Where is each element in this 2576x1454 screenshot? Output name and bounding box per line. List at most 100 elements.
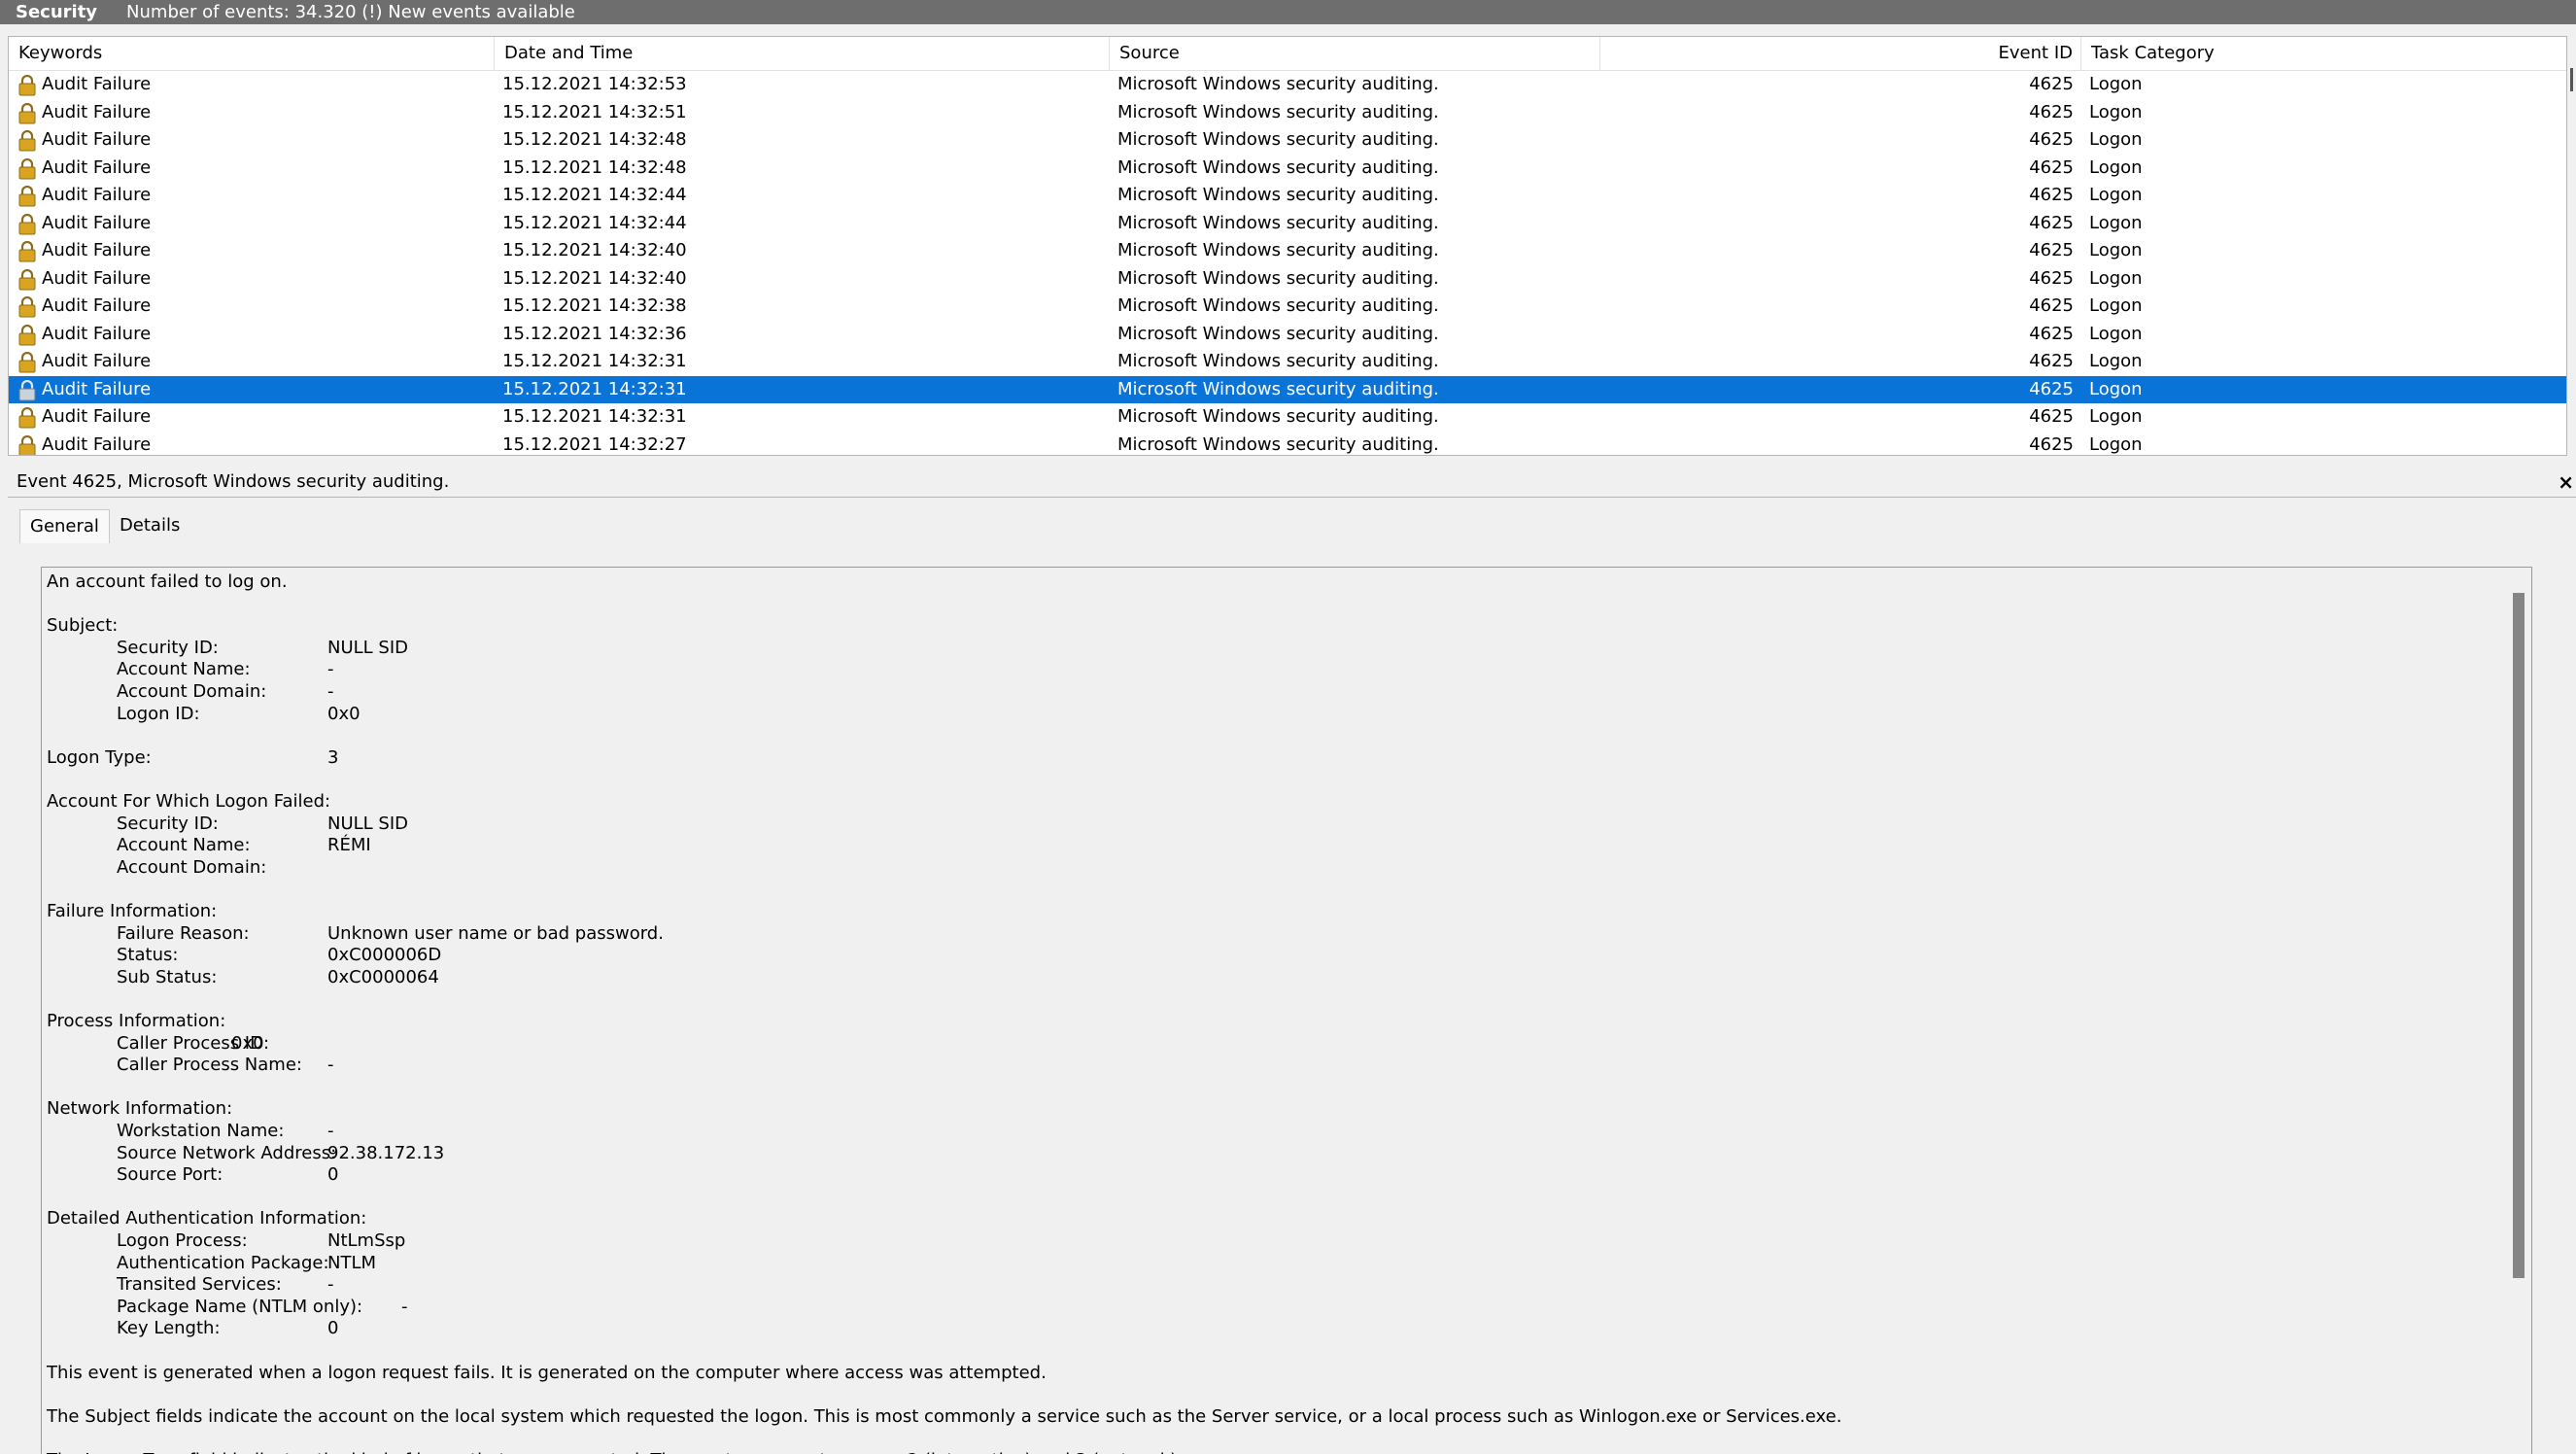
field-label: Security ID: xyxy=(117,637,219,658)
datetime-cell: 15.12.2021 14:32:40 xyxy=(502,267,687,289)
field-label: Status: xyxy=(117,945,179,966)
line-text: This event is generated when a logon req… xyxy=(47,1362,1047,1383)
field-value: 0xC0000064 xyxy=(327,966,439,987)
table-row[interactable]: Audit Failure 15.12.2021 14:32:40 Microsof… xyxy=(9,265,2566,294)
lock-icon xyxy=(18,407,36,429)
field-value: NtLmSsp xyxy=(327,1230,406,1251)
event-id-cell: 4625 xyxy=(2029,185,2074,205)
task-category-cell: Logon xyxy=(2089,378,2143,399)
field-label: Security ID: xyxy=(117,813,219,834)
event-detail-title: Event 4625, Microsoft Windows security a… xyxy=(17,471,450,492)
tab-details[interactable]: Details xyxy=(110,509,189,542)
log-name: Security xyxy=(16,2,98,22)
event-count-status: Number of events: 34.320 (!) New events … xyxy=(126,2,575,22)
event-id-cell: 4625 xyxy=(2029,323,2074,344)
description-line: An account failed to log on. xyxy=(47,571,2476,593)
task-category-cell: Logon xyxy=(2089,101,2143,122)
column-header-source[interactable]: Source xyxy=(1110,37,1600,70)
task-category-cell: Logon xyxy=(2089,212,2143,233)
column-header-keywords[interactable]: Keywords xyxy=(9,37,495,70)
datetime-cell: 15.12.2021 14:32:38 xyxy=(502,295,687,316)
datetime-cell: 15.12.2021 14:32:53 xyxy=(502,74,687,94)
table-row[interactable]: Audit Failure 15.12.2021 14:32:27 Microsof… xyxy=(9,432,2566,455)
event-id-cell: 4625 xyxy=(2029,406,2074,427)
lock-icon xyxy=(18,379,36,400)
event-id-cell: 4625 xyxy=(2029,267,2074,289)
lock-icon xyxy=(18,324,36,345)
field-value: - xyxy=(401,1296,408,1317)
table-row[interactable]: Audit Failure 15.12.2021 14:32:40 Microsof… xyxy=(9,237,2566,265)
field-value: 92.38.172.13 xyxy=(327,1142,445,1163)
event-id-cell: 4625 xyxy=(2029,74,2074,94)
datetime-cell: 15.12.2021 14:32:27 xyxy=(502,433,687,455)
field-label: Sub Status: xyxy=(117,966,218,987)
keyword-cell: Audit Failure xyxy=(42,185,152,205)
table-row[interactable]: Audit Failure 15.12.2021 14:32:31 Microsof… xyxy=(9,403,2566,432)
line-text: Subject: xyxy=(47,615,119,637)
description-line: Failure Information: xyxy=(47,901,2476,922)
table-row[interactable]: Audit Failure 15.12.2021 14:32:48 Microsof… xyxy=(9,126,2566,155)
table-row[interactable]: Audit Failure 15.12.2021 14:32:38 Microsof… xyxy=(9,293,2566,321)
field-value: - xyxy=(327,1121,334,1141)
datetime-cell: 15.12.2021 14:32:44 xyxy=(502,212,687,233)
field-label: Caller Process Name: xyxy=(117,1055,302,1076)
field-value: - xyxy=(327,659,334,680)
source-cell: Microsoft Windows security auditing. xyxy=(1117,295,1439,316)
keyword-cell: Audit Failure xyxy=(42,129,152,150)
event-id-cell: 4625 xyxy=(2029,101,2074,122)
task-category-cell: Logon xyxy=(2089,156,2143,178)
description-line: Subject: xyxy=(47,615,2476,637)
table-row[interactable]: Audit Failure 15.12.2021 14:32:44 Microsof… xyxy=(9,182,2566,210)
column-header-event-id[interactable]: Event ID xyxy=(1600,37,2081,70)
datetime-cell: 15.12.2021 14:32:31 xyxy=(502,406,687,427)
table-row[interactable]: Audit Failure 15.12.2021 14:32:48 Microsof… xyxy=(9,155,2566,183)
event-list[interactable]: Keywords Date and Time Source Event ID T… xyxy=(8,36,2567,456)
field-value: - xyxy=(327,1055,334,1076)
datetime-cell: 15.12.2021 14:32:36 xyxy=(502,323,687,344)
table-row[interactable]: Audit Failure 15.12.2021 14:32:31 Microsof… xyxy=(9,348,2566,376)
source-cell: Microsoft Windows security auditing. xyxy=(1117,323,1439,344)
keyword-cell: Audit Failure xyxy=(42,267,152,289)
event-list-header: Keywords Date and Time Source Event ID T… xyxy=(9,37,2566,71)
field-value: 0x0 xyxy=(231,1032,264,1054)
description-line: Network Information: xyxy=(47,1098,2476,1120)
line-text: Network Information: xyxy=(47,1098,233,1120)
description-line: Account For Which Logon Failed: xyxy=(47,791,2476,813)
tab-general[interactable]: General xyxy=(19,509,110,543)
keyword-cell: Audit Failure xyxy=(42,295,152,316)
field-value: 0 xyxy=(327,1318,339,1339)
field-value: - xyxy=(327,681,334,702)
lock-icon xyxy=(18,296,36,318)
field-label: Package Name (NTLM only): xyxy=(117,1296,363,1317)
field-label: Authentication Package: xyxy=(117,1252,329,1273)
table-row[interactable]: Audit Failure 15.12.2021 14:32:36 Microsof… xyxy=(9,321,2566,349)
table-row[interactable]: Audit Failure 15.12.2021 14:32:51 Microsof… xyxy=(9,99,2566,127)
table-row[interactable]: Audit Failure 15.12.2021 14:32:44 Microsof… xyxy=(9,210,2566,238)
table-row[interactable]: Audit Failure 15.12.2021 14:32:31 Microsof… xyxy=(9,375,2566,403)
datetime-cell: 15.12.2021 14:32:48 xyxy=(502,156,687,178)
description-scrollbar-thumb[interactable] xyxy=(2513,593,2524,1278)
close-icon[interactable]: × xyxy=(2558,467,2576,497)
field-value: 3 xyxy=(327,746,339,768)
field-value: RÉMI xyxy=(327,835,371,856)
task-category-cell: Logon xyxy=(2089,129,2143,150)
field-value: - xyxy=(327,1274,334,1296)
datetime-cell: 15.12.2021 14:32:44 xyxy=(502,185,687,205)
keyword-cell: Audit Failure xyxy=(42,378,152,399)
description-line: Detailed Authentication Information: xyxy=(47,1208,2476,1229)
event-id-cell: 4625 xyxy=(2029,295,2074,316)
field-label: Transited Services: xyxy=(117,1274,282,1296)
event-description[interactable]: An account failed to log on. Subject: Secu… xyxy=(41,567,2532,1454)
lock-icon xyxy=(18,102,36,123)
column-header-task-category[interactable]: Task Category xyxy=(2081,37,2566,70)
keyword-cell: Audit Failure xyxy=(42,323,152,344)
list-scrollbar-thumb[interactable] xyxy=(2570,68,2573,91)
field-label: Key Length: xyxy=(117,1318,221,1339)
description-line: Logon Type: 3 xyxy=(47,747,2476,769)
description-line: This event is generated when a logon req… xyxy=(47,1363,2476,1384)
keyword-cell: Audit Failure xyxy=(42,240,152,260)
column-header-datetime[interactable]: Date and Time xyxy=(495,37,1110,70)
table-row[interactable]: Audit Failure 15.12.2021 14:32:53 Microsof… xyxy=(9,71,2566,99)
source-cell: Microsoft Windows security auditing. xyxy=(1117,240,1439,260)
line-text: The Logon Type field indicates the kind … xyxy=(47,1450,1183,1454)
